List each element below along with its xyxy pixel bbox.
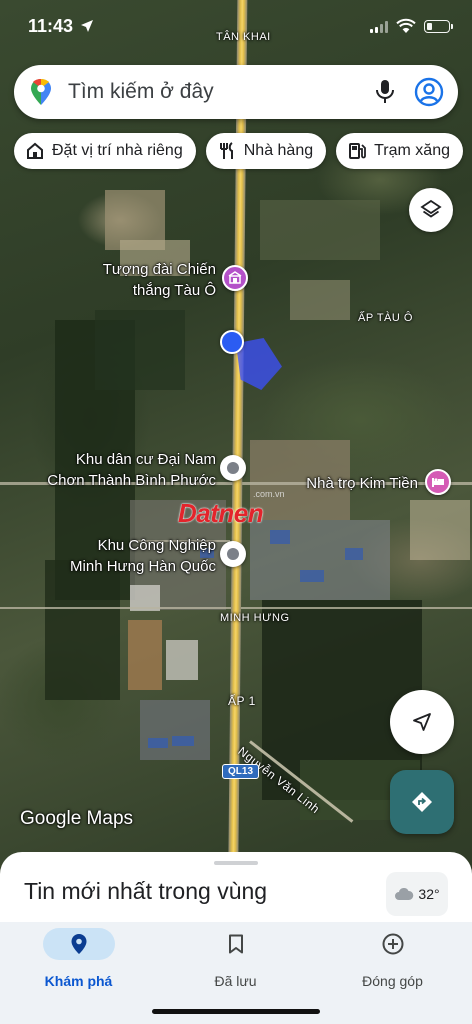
- location-arrow-icon: [81, 20, 93, 32]
- status-time: 11:43: [28, 16, 74, 36]
- home-icon: [27, 142, 43, 159]
- place-label-khu-cong-nghiep[interactable]: Khu Công Nghiệp Minh Hưng Hàn Quốc: [58, 535, 216, 577]
- hotel-pin-icon[interactable]: [425, 469, 451, 495]
- nav-label-saved: Đã lưu: [214, 973, 257, 989]
- layers-icon: [420, 199, 442, 218]
- my-location-button[interactable]: [390, 690, 454, 754]
- explore-pin-icon: [71, 934, 86, 954]
- status-bar: 11:43: [0, 0, 472, 48]
- place-label-nha-tro[interactable]: Nhà trọ Kim Tiền: [290, 473, 418, 494]
- directions-button[interactable]: [390, 770, 454, 834]
- current-location-dot[interactable]: [220, 330, 244, 354]
- place-pin-khu-cong-nghiep[interactable]: [220, 541, 246, 567]
- nav-tab-explore[interactable]: Khám phá: [0, 922, 157, 1002]
- sheet-title: Tin mới nhất trong vùng: [24, 878, 268, 904]
- place-label-tuong-dai[interactable]: Tượng đài Chiến thắng Tàu Ô: [98, 259, 216, 301]
- category-chips: Đặt vị trí nhà riêng Nhà hàng Trạm xăng: [14, 133, 463, 169]
- microphone-icon[interactable]: [374, 78, 396, 106]
- battery-icon: [424, 20, 453, 33]
- highway-shield: QL13: [222, 764, 260, 779]
- wifi-icon: [396, 18, 416, 33]
- home-indicator[interactable]: [152, 1009, 320, 1014]
- cloud-icon: [395, 887, 414, 900]
- watermark-logo: Datnen: [178, 498, 264, 528]
- nav-label-contribute: Đóng góp: [362, 973, 423, 989]
- add-circle-icon: [382, 933, 403, 955]
- map-layers-button[interactable]: [409, 188, 453, 232]
- bookmark-icon: [228, 934, 243, 954]
- nav-label-explore: Khám phá: [44, 973, 113, 989]
- nav-tab-contribute[interactable]: Đóng góp: [314, 922, 471, 1002]
- navigation-arrow-icon: [413, 713, 431, 731]
- place-label-khu-dan-cu[interactable]: Khu dân cư Đại Nam Chơn Thành Bình Phước: [40, 449, 216, 491]
- chip-home[interactable]: Đặt vị trí nhà riêng: [14, 133, 196, 169]
- gas-station-icon: [349, 143, 367, 159]
- chip-restaurants[interactable]: Nhà hàng: [205, 133, 327, 169]
- area-label-minh-hung: MINH HƯNG: [220, 612, 290, 624]
- account-avatar-icon[interactable]: [414, 77, 444, 107]
- cellular-signal-icon: [370, 21, 388, 33]
- directions-icon: [412, 792, 432, 812]
- temperature: 32°: [418, 886, 440, 902]
- landmark-pin-icon[interactable]: [222, 265, 248, 291]
- chip-gas-stations[interactable]: Trạm xăng: [336, 133, 463, 169]
- google-maps-pin-icon: [31, 79, 51, 105]
- search-input[interactable]: Tìm kiếm ở đây: [68, 80, 374, 104]
- place-pin-khu-dan-cu[interactable]: [220, 455, 246, 481]
- search-bar[interactable]: Tìm kiếm ở đây: [14, 65, 458, 119]
- area-label-ap-tau-o: ẤP TÀU Ô: [358, 312, 413, 324]
- google-maps-logo: Google Maps: [20, 808, 134, 829]
- weather-badge[interactable]: 32°: [386, 872, 448, 916]
- area-label-ap-1: ẤP 1: [228, 694, 256, 708]
- sheet-drag-handle[interactable]: [214, 861, 258, 865]
- restaurant-icon: [219, 142, 233, 159]
- nav-tab-saved[interactable]: Đã lưu: [157, 922, 314, 1002]
